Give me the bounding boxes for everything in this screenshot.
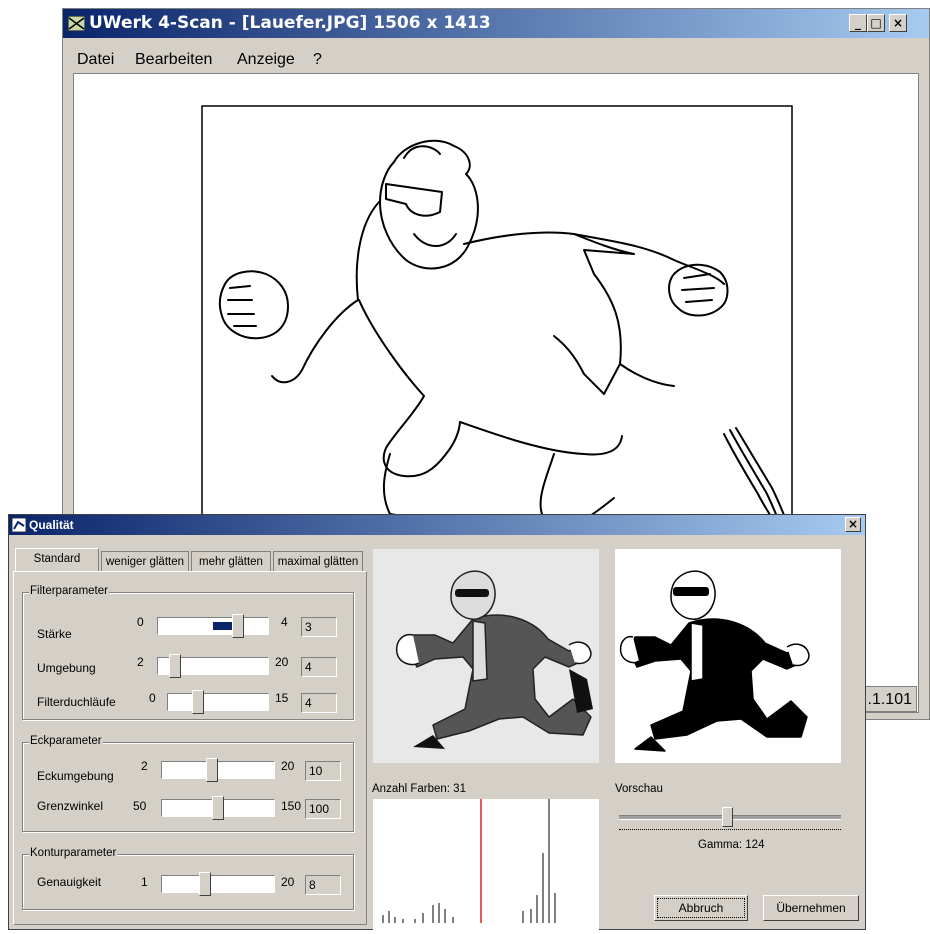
main-title-bar[interactable]: UWerk 4-Scan - [Lauefer.JPG] 1506 x 1413… — [63, 9, 929, 38]
tab-panel: Filterparameter Stärke 0 4 3 Umgebung 2 … — [13, 571, 367, 925]
abbruch-button[interactable]: Abbruch — [654, 895, 748, 921]
eckumgebung-label: Eckumgebung — [37, 769, 114, 783]
dialog-icon — [12, 518, 26, 532]
filter-group: Filterparameter Stärke 0 4 3 Umgebung 2 … — [22, 585, 354, 720]
eckumgebung-slider[interactable] — [161, 758, 275, 782]
kontur-group-label: Konturparameter — [29, 847, 118, 859]
staerke-min: 0 — [137, 615, 144, 629]
histogram-chart — [382, 799, 556, 923]
genauigkeit-max: 20 — [281, 875, 295, 889]
filterduchlaeufe-slider[interactable] — [167, 690, 269, 714]
genauigkeit-slider-thumb[interactable] — [199, 872, 211, 896]
gamma-slider-ticks — [619, 829, 841, 830]
dialog-title-bar[interactable]: Qualität × — [9, 515, 865, 535]
vorschau-label: Vorschau — [615, 783, 663, 795]
grenzwinkel-value[interactable]: 100 — [305, 799, 341, 819]
anzahl-farben-label: Anzahl Farben: 31 — [372, 783, 466, 795]
tab-mehr-glaetten[interactable]: mehr glätten — [191, 551, 271, 571]
grenzwinkel-max: 150 — [281, 799, 302, 813]
staerke-label: Stärke — [37, 627, 72, 641]
histogram — [373, 799, 599, 931]
umgebung-slider-thumb[interactable] — [169, 654, 181, 678]
umgebung-slider[interactable] — [157, 654, 269, 678]
staerke-slider-fill — [213, 622, 232, 630]
main-window-title: UWerk 4-Scan - [Lauefer.JPG] 1506 x 1413 — [89, 13, 491, 33]
filterduchlaeufe-max: 15 — [275, 691, 289, 705]
tab-standard[interactable]: Standard — [15, 548, 99, 572]
kontur-group: Konturparameter Genauigkeit 1 20 8 — [22, 847, 354, 910]
umgebung-value[interactable]: 4 — [301, 657, 337, 677]
quality-dialog: Qualität × Standard weniger glätten mehr… — [8, 514, 866, 931]
close-button[interactable]: × — [889, 14, 907, 32]
preview-image — [615, 549, 841, 763]
filterduchlaeufe-min: 0 — [149, 691, 156, 705]
menu-bearbeiten[interactable]: Bearbeiten — [135, 51, 212, 69]
umgebung-min: 2 — [137, 655, 144, 669]
filter-group-label: Filterparameter — [29, 585, 109, 597]
staerke-max: 4 — [281, 615, 288, 629]
umgebung-label: Umgebung — [37, 661, 96, 675]
tab-weniger-glaetten[interactable]: weniger glätten — [101, 551, 189, 571]
tab-maximal-glaetten[interactable]: maximal glätten — [273, 551, 363, 571]
eckumgebung-max: 20 — [281, 759, 295, 773]
genauigkeit-slider[interactable] — [161, 872, 275, 896]
dialog-close-button[interactable]: × — [845, 517, 861, 532]
app-icon — [68, 16, 85, 31]
eckumgebung-slider-thumb[interactable] — [206, 758, 218, 782]
grenzwinkel-slider-thumb[interactable] — [212, 796, 224, 820]
staerke-value[interactable]: 3 — [301, 617, 337, 637]
staerke-slider[interactable] — [157, 614, 269, 638]
menu-help[interactable]: ? — [313, 51, 322, 69]
eckumgebung-min: 2 — [141, 759, 148, 773]
filterduchlaeufe-slider-thumb[interactable] — [192, 690, 204, 714]
gamma-label: Gamma: 124 — [698, 839, 765, 851]
maximize-button[interactable]: □ — [867, 14, 885, 32]
menu-bar: Datei Bearbeiten Anzeige ? — [63, 39, 929, 75]
gamma-slider[interactable] — [619, 807, 841, 831]
eck-group-label: Eckparameter — [29, 735, 103, 747]
menu-datei[interactable]: Datei — [77, 51, 114, 69]
dialog-title: Qualität — [29, 518, 74, 532]
menu-anzeige[interactable]: Anzeige — [237, 51, 295, 69]
uebernehmen-button[interactable]: Übernehmen — [763, 895, 859, 921]
eckumgebung-value[interactable]: 10 — [305, 761, 341, 781]
filterduchlaeufe-value[interactable]: 4 — [301, 693, 337, 713]
status-text: .1.101 — [857, 686, 917, 712]
staerke-slider-thumb[interactable] — [232, 614, 244, 638]
bw-runner-image — [619, 570, 810, 752]
genauigkeit-value[interactable]: 8 — [305, 875, 341, 895]
grenzwinkel-label: Grenzwinkel — [37, 799, 104, 813]
eck-group: Eckparameter Eckumgebung 2 20 10 Grenzwi… — [22, 735, 354, 832]
filterduchlaeufe-label: Filterduchläufe — [37, 695, 116, 709]
gamma-slider-thumb[interactable] — [722, 807, 733, 827]
original-image — [373, 549, 599, 763]
minimize-button[interactable]: _ — [849, 14, 867, 32]
grenzwinkel-slider[interactable] — [161, 796, 275, 820]
genauigkeit-min: 1 — [141, 875, 148, 889]
grayscale-runner-image — [395, 570, 593, 749]
umgebung-max: 20 — [275, 655, 289, 669]
genauigkeit-label: Genauigkeit — [37, 875, 102, 889]
grenzwinkel-min: 50 — [133, 799, 147, 813]
